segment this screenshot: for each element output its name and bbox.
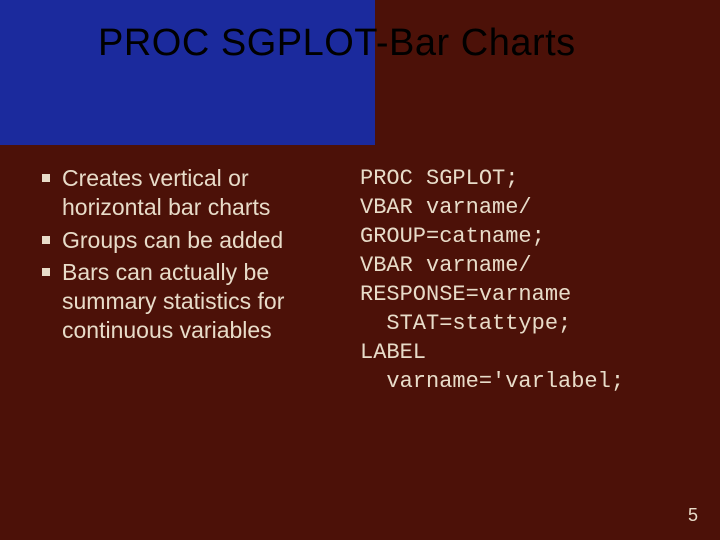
list-item: Creates vertical or horizontal bar chart…	[24, 164, 348, 222]
slide: PROC SGPLOT-Bar Charts Creates vertical …	[0, 0, 720, 540]
code-line: LABEL	[360, 340, 426, 365]
code-line: STAT=stattype;	[360, 311, 571, 336]
right-column: PROC SGPLOT; VBAR varname/ GROUP=catname…	[360, 160, 720, 540]
bullet-square-icon	[42, 268, 50, 276]
bullet-square-icon	[42, 174, 50, 182]
content-area: Creates vertical or horizontal bar chart…	[0, 160, 720, 540]
code-line: VBAR varname/	[360, 253, 532, 278]
bullet-square-icon	[42, 236, 50, 244]
code-line: PROC SGPLOT;	[360, 166, 518, 191]
list-item: Bars can actually be summary statistics …	[24, 258, 348, 344]
code-block: PROC SGPLOT; VBAR varname/ GROUP=catname…	[360, 164, 704, 396]
list-item: Groups can be added	[24, 226, 348, 255]
code-line: VBAR varname/	[360, 195, 532, 220]
code-line: GROUP=catname;	[360, 224, 545, 249]
left-column: Creates vertical or horizontal bar chart…	[0, 160, 360, 540]
page-number: 5	[688, 505, 698, 526]
bullet-text: Bars can actually be summary statistics …	[62, 259, 284, 343]
bullet-list: Creates vertical or horizontal bar chart…	[24, 164, 348, 345]
bullet-text: Groups can be added	[62, 227, 283, 253]
slide-title: PROC SGPLOT-Bar Charts	[98, 22, 700, 65]
bullet-text: Creates vertical or horizontal bar chart…	[62, 165, 270, 220]
code-line: varname='varlabel;	[360, 369, 624, 394]
code-line: RESPONSE=varname	[360, 282, 571, 307]
